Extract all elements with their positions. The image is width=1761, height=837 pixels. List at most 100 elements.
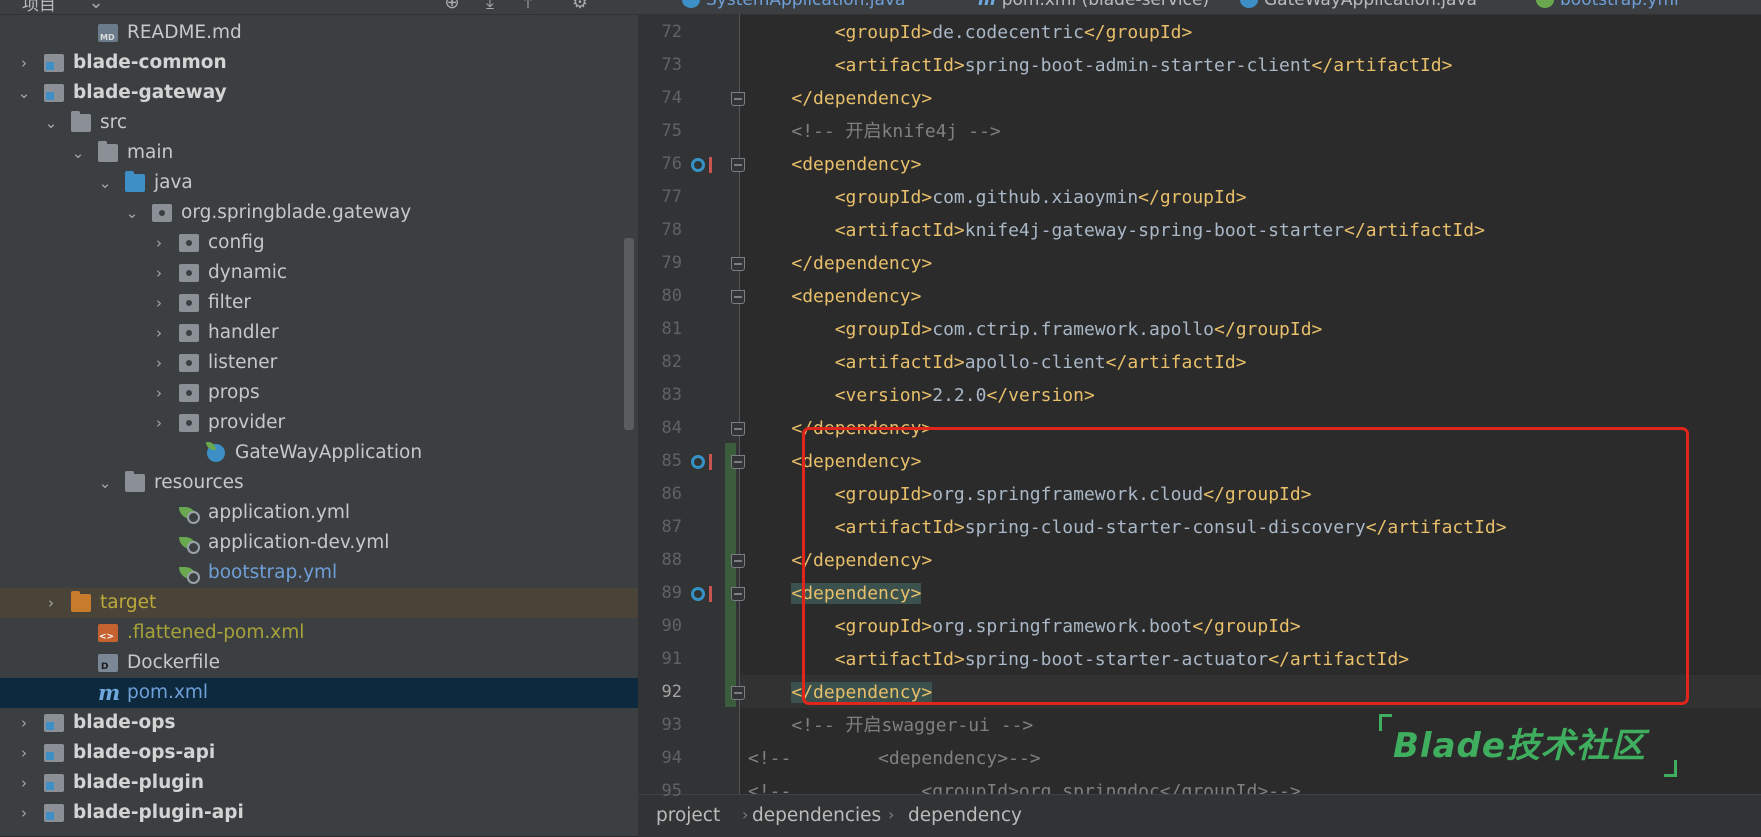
tree-item[interactable]: › blade-plugin bbox=[0, 768, 638, 798]
tree-item[interactable]: › blade-plugin-api bbox=[0, 798, 638, 828]
tree-item[interactable]: › listener bbox=[0, 348, 638, 378]
project-panel-header: 项目 ⌄ ⊕ ⤓ ⤒ ⚙ bbox=[0, 0, 638, 15]
tree-item[interactable]: ⌄ org.springblade.gateway bbox=[0, 198, 638, 228]
tree-item[interactable]: › target bbox=[0, 588, 638, 618]
tree-item[interactable]: › props bbox=[0, 378, 638, 408]
tree-item[interactable]: › provider bbox=[0, 408, 638, 438]
tree-item[interactable]: › dynamic bbox=[0, 258, 638, 288]
chevron-down-icon[interactable]: ⌄ bbox=[16, 78, 32, 108]
chevron-right-icon[interactable]: › bbox=[16, 798, 32, 828]
chevron-down-icon[interactable]: ⌄ bbox=[97, 468, 113, 498]
breadcrumb-item-dependencies[interactable]: dependencies bbox=[752, 805, 881, 826]
expand-icon[interactable]: ⤒ bbox=[518, 0, 538, 13]
tree-item[interactable]: ⌄ main bbox=[0, 138, 638, 168]
vcs-change-marker[interactable] bbox=[725, 443, 736, 707]
code-line[interactable]: <artifactId>knife4j-gateway-spring-boot-… bbox=[748, 214, 1485, 247]
code-line[interactable]: <groupId>de.codecentric</groupId> bbox=[748, 16, 1193, 49]
spring-class-icon bbox=[206, 442, 226, 462]
chevron-right-icon[interactable]: › bbox=[16, 738, 32, 768]
navigate-dependency-icon[interactable] bbox=[691, 454, 712, 470]
chevron-right-icon[interactable]: › bbox=[16, 768, 32, 798]
tree-item[interactable]: ⌄ blade-gateway bbox=[0, 78, 638, 108]
code-line[interactable]: <!-- 开启swagger-ui --> bbox=[748, 709, 1033, 742]
tree-item[interactable]: bootstrap.yml bbox=[0, 558, 638, 588]
tree-item[interactable]: › config bbox=[0, 228, 638, 258]
tree-item[interactable]: › blade-common bbox=[0, 48, 638, 78]
tab-system-application[interactable]: SystemApplication.java bbox=[682, 0, 905, 10]
chevron-right-icon[interactable]: › bbox=[151, 408, 167, 438]
fold-marker-icon[interactable] bbox=[731, 686, 745, 700]
fold-marker-icon[interactable] bbox=[731, 455, 745, 469]
navigate-dependency-icon[interactable] bbox=[691, 157, 712, 173]
fold-marker-icon[interactable] bbox=[731, 158, 745, 172]
chevron-down-icon[interactable]: ⌄ bbox=[86, 0, 106, 13]
tree-item[interactable]: m pom.xml bbox=[0, 678, 638, 708]
code-line[interactable]: <groupId>com.ctrip.framework.apollo</gro… bbox=[748, 313, 1323, 346]
tree-item[interactable]: .flattened-pom.xml bbox=[0, 618, 638, 648]
tree-item[interactable]: › handler bbox=[0, 318, 638, 348]
chevron-right-icon[interactable]: › bbox=[151, 348, 167, 378]
breadcrumb-item-project[interactable]: project bbox=[656, 805, 720, 826]
tree-item[interactable]: › blade-ops bbox=[0, 708, 638, 738]
code-line[interactable]: <!-- 开启knife4j --> bbox=[748, 115, 1000, 148]
module-icon bbox=[44, 774, 64, 792]
chevron-right-icon[interactable]: › bbox=[151, 318, 167, 348]
tree-item[interactable]: application.yml bbox=[0, 498, 638, 528]
fold-marker-icon[interactable] bbox=[731, 290, 745, 304]
module-icon bbox=[44, 54, 64, 72]
project-panel-title[interactable]: 项目 bbox=[22, 0, 56, 15]
chevron-right-icon[interactable]: › bbox=[16, 48, 32, 78]
package-icon bbox=[179, 354, 199, 372]
tree-item[interactable]: › filter bbox=[0, 288, 638, 318]
tree-item[interactable]: ⌄ src bbox=[0, 108, 638, 138]
tab-bootstrap-yml[interactable]: bootstrap.yml bbox=[1536, 0, 1679, 10]
chevron-right-icon[interactable]: › bbox=[151, 288, 167, 318]
target-icon[interactable]: ⊕ bbox=[442, 0, 462, 13]
resources-folder-icon bbox=[125, 471, 145, 492]
chevron-down-icon[interactable]: ⌄ bbox=[97, 168, 113, 198]
code-line[interactable]: <groupId>com.github.xiaoymin</groupId> bbox=[748, 181, 1247, 214]
chevron-down-icon[interactable]: ⌄ bbox=[124, 198, 140, 228]
chevron-right-icon[interactable]: › bbox=[151, 258, 167, 288]
chevron-right-icon[interactable]: › bbox=[43, 588, 59, 618]
fold-marker-icon[interactable] bbox=[731, 587, 745, 601]
collapse-all-icon[interactable]: ⤓ bbox=[480, 0, 500, 13]
tree-item[interactable]: application-dev.yml bbox=[0, 528, 638, 558]
line-number: 83 bbox=[661, 385, 682, 405]
tree-item[interactable]: › blade-ops-api bbox=[0, 738, 638, 768]
fold-marker-icon[interactable] bbox=[731, 92, 745, 106]
navigate-dependency-icon[interactable] bbox=[691, 586, 712, 602]
tree-item-label: main bbox=[127, 142, 174, 163]
code-line[interactable]: <dependency> bbox=[748, 280, 921, 313]
code-line[interactable]: <artifactId>apollo-client</artifactId> bbox=[748, 346, 1247, 379]
project-scrollbar[interactable] bbox=[624, 238, 634, 430]
gear-icon[interactable]: ⚙ bbox=[570, 0, 590, 13]
fold-marker-icon[interactable] bbox=[731, 422, 745, 436]
breadcrumb-item-dependency[interactable]: dependency bbox=[908, 805, 1022, 826]
chevron-down-icon[interactable]: ⌄ bbox=[43, 108, 59, 138]
tree-item[interactable]: Dockerfile bbox=[0, 648, 638, 678]
tab-gateway-application[interactable]: GateWayApplication.java bbox=[1240, 0, 1477, 10]
chevron-right-icon[interactable]: › bbox=[16, 708, 32, 738]
tab-pom-blade-service[interactable]: m pom.xml (blade-service) bbox=[978, 0, 1209, 10]
code-line[interactable]: <dependency> bbox=[748, 148, 921, 181]
tree-item[interactable]: GateWayApplication bbox=[0, 438, 638, 468]
tree-item[interactable]: ⌄ resources bbox=[0, 468, 638, 498]
chevron-right-icon[interactable]: › bbox=[151, 228, 167, 258]
chevron-down-icon[interactable]: ⌄ bbox=[70, 138, 86, 168]
code-line[interactable]: </dependency> bbox=[748, 247, 932, 280]
fold-marker-icon[interactable] bbox=[731, 257, 745, 271]
code-line[interactable]: <artifactId>spring-boot-admin-starter-cl… bbox=[748, 49, 1453, 82]
fold-marker-icon[interactable] bbox=[731, 554, 745, 568]
code-line[interactable]: <version>2.2.0</version> bbox=[748, 379, 1095, 412]
tree-item[interactable]: ⌄ java bbox=[0, 168, 638, 198]
code-line[interactable]: <!-- <dependency>--> bbox=[748, 742, 1041, 775]
chevron-right-icon[interactable]: › bbox=[151, 378, 167, 408]
code-line[interactable]: </dependency> bbox=[748, 82, 932, 115]
xml-tag: <dependency> bbox=[791, 154, 922, 175]
tree-item[interactable]: README.md bbox=[0, 18, 638, 48]
